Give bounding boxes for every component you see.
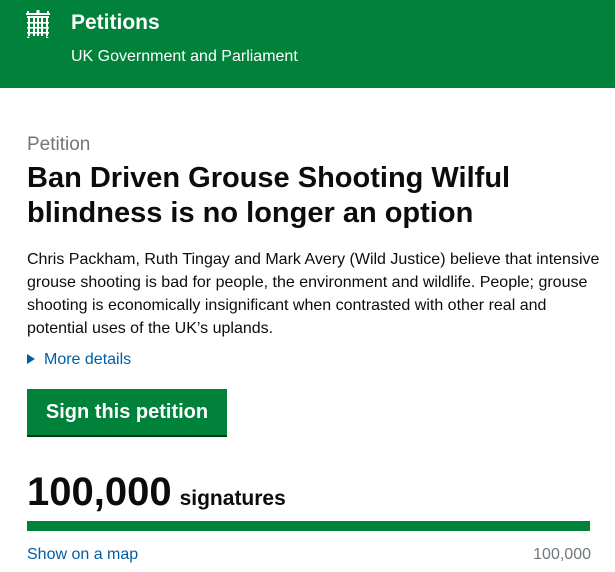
petition-title: Ban Driven Grouse Shooting Wilful blindn… xyxy=(27,162,511,229)
signature-unit-label: signatures xyxy=(179,487,286,510)
signature-count: 100,000 xyxy=(27,470,172,514)
disclosure-triangle-icon xyxy=(27,354,35,364)
petition-summary: Chris Packham, Ruth Tingay and Mark Aver… xyxy=(27,251,600,337)
site-title[interactable]: Petitions xyxy=(71,10,160,36)
signature-progress-fill xyxy=(27,521,590,531)
page-label: Petition xyxy=(27,134,91,155)
signature-target: 100,000 xyxy=(533,546,591,563)
site-subtitle: UK Government and Parliament xyxy=(71,48,298,65)
portcullis-icon xyxy=(26,10,50,38)
show-on-map-link[interactable]: Show on a map xyxy=(27,545,138,565)
sign-petition-button[interactable]: Sign this petition xyxy=(27,389,227,435)
more-details-label: More details xyxy=(44,351,132,368)
more-details-toggle[interactable]: More details xyxy=(27,350,131,370)
site-header: Petitions UK Government and Parliament xyxy=(0,0,615,88)
signature-summary: 100,000 signatures xyxy=(27,468,286,516)
signature-progress-bar xyxy=(27,521,590,531)
